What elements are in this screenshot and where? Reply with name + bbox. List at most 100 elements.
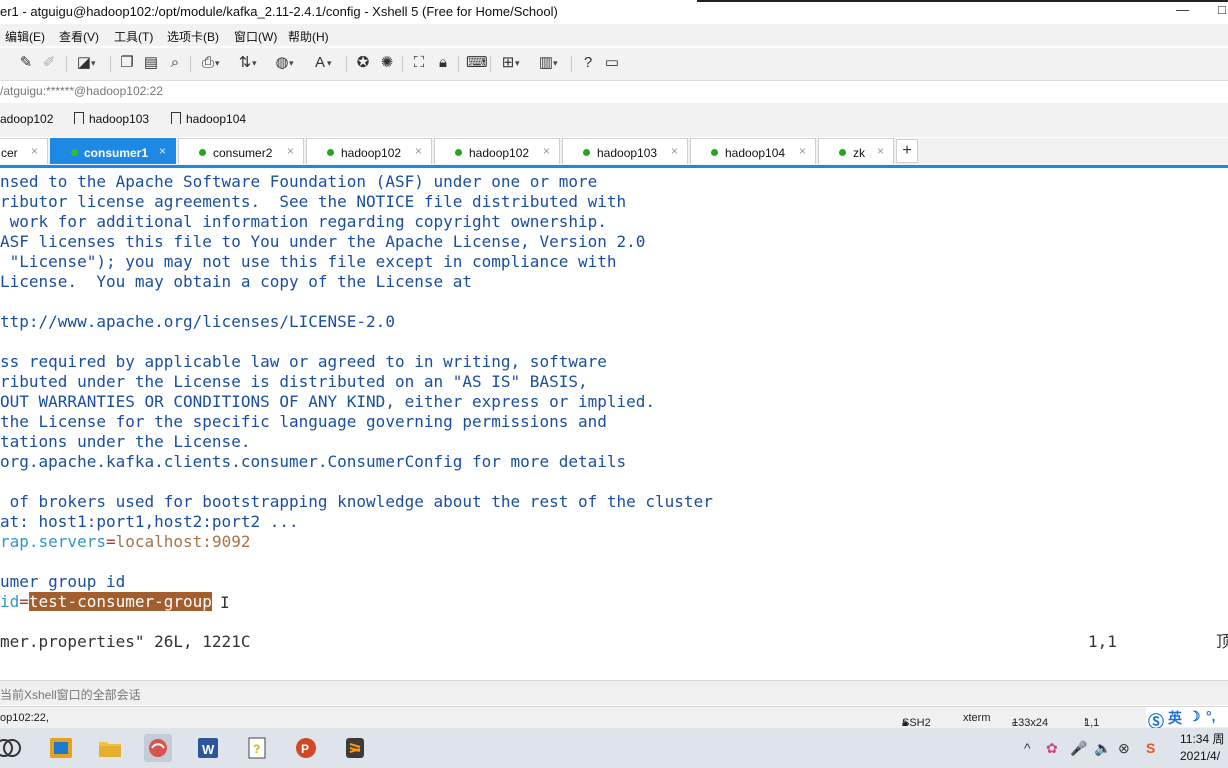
maximize-button[interactable]: □ xyxy=(1218,2,1226,17)
close-icon[interactable]: × xyxy=(31,144,38,158)
microphone-icon[interactable]: 🎤 xyxy=(1070,740,1087,757)
compose-target-text: 当前Xshell窗口的全部会话 xyxy=(0,688,141,702)
add-tab-button[interactable]: + xyxy=(896,139,918,163)
toolbar: ✎ ✐ ◪ ❐ ▤ ⌕ ⎙ ⇅ ◍ A ✪ ✺ ⛶ 🔒︎ ⌨ ⊞ ▥ ? ▭ xyxy=(0,48,1228,80)
toolbar-separator xyxy=(66,56,67,72)
tab-label: zk xyxy=(853,146,865,160)
config-value: localhost:9092 xyxy=(115,532,251,551)
terminal-line: License. You may obtain a copy of the Li… xyxy=(0,272,473,291)
toolbar-separator xyxy=(346,56,347,72)
file-explorer-icon[interactable] xyxy=(96,734,124,762)
terminal-area[interactable]: nsed to the Apache Software Foundation (… xyxy=(0,168,1228,676)
lock-icon[interactable]: 🔒︎ xyxy=(434,54,452,72)
tab-bar: cer × consumer1 × consumer2 × hadoop102 … xyxy=(0,138,1228,165)
print-icon[interactable]: ⎙ xyxy=(199,54,220,72)
close-icon[interactable]: × xyxy=(159,144,166,158)
close-icon[interactable]: × xyxy=(671,144,678,158)
ime-language: 英 xyxy=(1168,710,1182,726)
taskbar: W ? P ^ ✿ 🎤 🔈 ⊗ S 11:34 周 2021/4/ xyxy=(0,728,1228,768)
globe-icon[interactable]: ◍ xyxy=(273,54,293,72)
toolbar-separator xyxy=(402,56,403,72)
new-session-icon[interactable]: ◪ xyxy=(75,54,96,72)
compose-icon[interactable]: ⊞ xyxy=(499,54,520,72)
terminal-line: nsed to the Apache Software Foundation (… xyxy=(0,172,598,191)
tab-hadoop102-b[interactable]: hadoop102 × xyxy=(434,138,560,164)
menu-tools[interactable]: 工具(T) xyxy=(114,28,153,45)
clock[interactable]: 11:34 周 2021/4/ xyxy=(1180,731,1224,765)
close-icon[interactable]: × xyxy=(877,144,884,158)
window-top-border xyxy=(697,0,1228,2)
eraser-icon[interactable]: ✐ xyxy=(40,54,58,72)
window-title: er1 - atguigu@hadoop102:/opt/module/kafk… xyxy=(0,4,558,19)
close-icon[interactable]: × xyxy=(543,144,550,158)
xshell-manager-icon[interactable] xyxy=(47,734,75,762)
link-hadoop103[interactable]: hadoop103 xyxy=(74,112,149,126)
tab-label: cer xyxy=(1,146,18,160)
links-bar: adoop102 hadoop103 hadoop104 xyxy=(0,103,1228,137)
config-equals: = xyxy=(105,532,116,551)
speaker-icon[interactable]: 🔈 xyxy=(1094,740,1111,757)
terminal-line: the License for the specific language go… xyxy=(0,412,607,431)
chat-icon[interactable]: ▭ xyxy=(603,54,621,72)
fullscreen-icon[interactable]: ⛶ xyxy=(410,54,428,72)
tray-close-icon[interactable]: ⊗ xyxy=(1118,740,1130,757)
layout-icon[interactable]: ▥ xyxy=(537,54,558,72)
menu-help[interactable]: 帮助(H) xyxy=(288,28,329,45)
tab-hadoop104[interactable]: hadoop104 × xyxy=(690,138,816,164)
font-icon[interactable]: A xyxy=(311,54,332,72)
powerpoint-icon[interactable]: P xyxy=(292,734,320,762)
transfer-icon[interactable]: ⇅ xyxy=(236,54,257,72)
status-dot xyxy=(199,149,206,156)
address-bar[interactable]: /atguigu:******@hadoop102:22 xyxy=(0,80,1228,104)
toolbar-separator xyxy=(490,56,491,72)
start-icon[interactable] xyxy=(0,734,22,762)
ime-punctuation: °, xyxy=(1206,708,1216,724)
help-icon[interactable]: ? xyxy=(579,54,597,72)
tray-chevron-icon[interactable]: ^ xyxy=(1024,740,1031,756)
tab-label: hadoop104 xyxy=(725,146,786,160)
status-bar: op102:22, 🔒︎ SSH2 xterm ⌐ 133x24 ⁞ 1,1 xyxy=(0,706,1228,729)
word-icon[interactable]: W xyxy=(194,734,222,762)
terminal-line: ASF licenses this file to You under the … xyxy=(0,232,646,251)
notepad-icon[interactable]: ? xyxy=(243,734,271,762)
config-key: rap.servers xyxy=(0,532,106,551)
title-bar: er1 - atguigu@hadoop102:/opt/module/kafk… xyxy=(0,0,1228,24)
close-icon[interactable]: × xyxy=(287,144,294,158)
record-icon[interactable]: ✺ xyxy=(378,54,396,72)
menu-tabs[interactable]: 选项卡(B) xyxy=(167,28,219,45)
status-terminal-type: xterm xyxy=(963,712,991,724)
ime-moon-icon: ☽ xyxy=(1188,708,1201,724)
svg-text:W: W xyxy=(202,742,215,757)
link-label: adoop102 xyxy=(0,112,54,126)
minimize-button[interactable]: — xyxy=(1176,2,1189,17)
pen-icon[interactable]: ✎ xyxy=(17,54,35,72)
link-hadoop102[interactable]: adoop102 xyxy=(0,112,53,126)
keyboard-icon[interactable]: ⌨ xyxy=(466,54,488,72)
tray-sogou-icon[interactable]: S xyxy=(1146,740,1155,756)
sublime-icon[interactable] xyxy=(341,734,369,762)
menu-edit[interactable]: 编辑(E) xyxy=(5,28,45,45)
paste-icon[interactable]: ▤ xyxy=(142,54,160,72)
tab-hadoop103[interactable]: hadoop103 × xyxy=(562,138,688,164)
tab-consumer2[interactable]: consumer2 × xyxy=(178,138,304,164)
status-host: op102:22, xyxy=(0,712,49,724)
copy-icon[interactable]: ❐ xyxy=(118,54,136,72)
ime-indicator[interactable]: Ⓢ 英 ☽ °, xyxy=(1146,707,1228,731)
menu-view[interactable]: 查看(V) xyxy=(59,28,99,45)
link-hadoop104[interactable]: hadoop104 xyxy=(171,112,246,126)
tab-zk[interactable]: zk × xyxy=(818,138,894,164)
terminal-line: ributor license agreements. See the NOTI… xyxy=(0,192,627,211)
tray-flower-icon[interactable]: ✿ xyxy=(1046,740,1058,757)
status-dot xyxy=(839,149,846,156)
close-icon[interactable]: × xyxy=(415,144,422,158)
script-icon[interactable]: ✪ xyxy=(354,54,372,72)
compose-bar[interactable]: 当前Xshell窗口的全部会话 xyxy=(0,680,1228,705)
tab-consumer1[interactable]: consumer1 × xyxy=(50,138,176,164)
status-dot xyxy=(583,149,590,156)
xshell-icon[interactable] xyxy=(144,734,172,762)
menu-window[interactable]: 窗口(W) xyxy=(234,28,277,45)
close-icon[interactable]: × xyxy=(799,144,806,158)
find-icon[interactable]: ⌕ xyxy=(166,54,184,72)
tab-producer[interactable]: cer × xyxy=(0,138,48,164)
tab-hadoop102-a[interactable]: hadoop102 × xyxy=(306,138,432,164)
